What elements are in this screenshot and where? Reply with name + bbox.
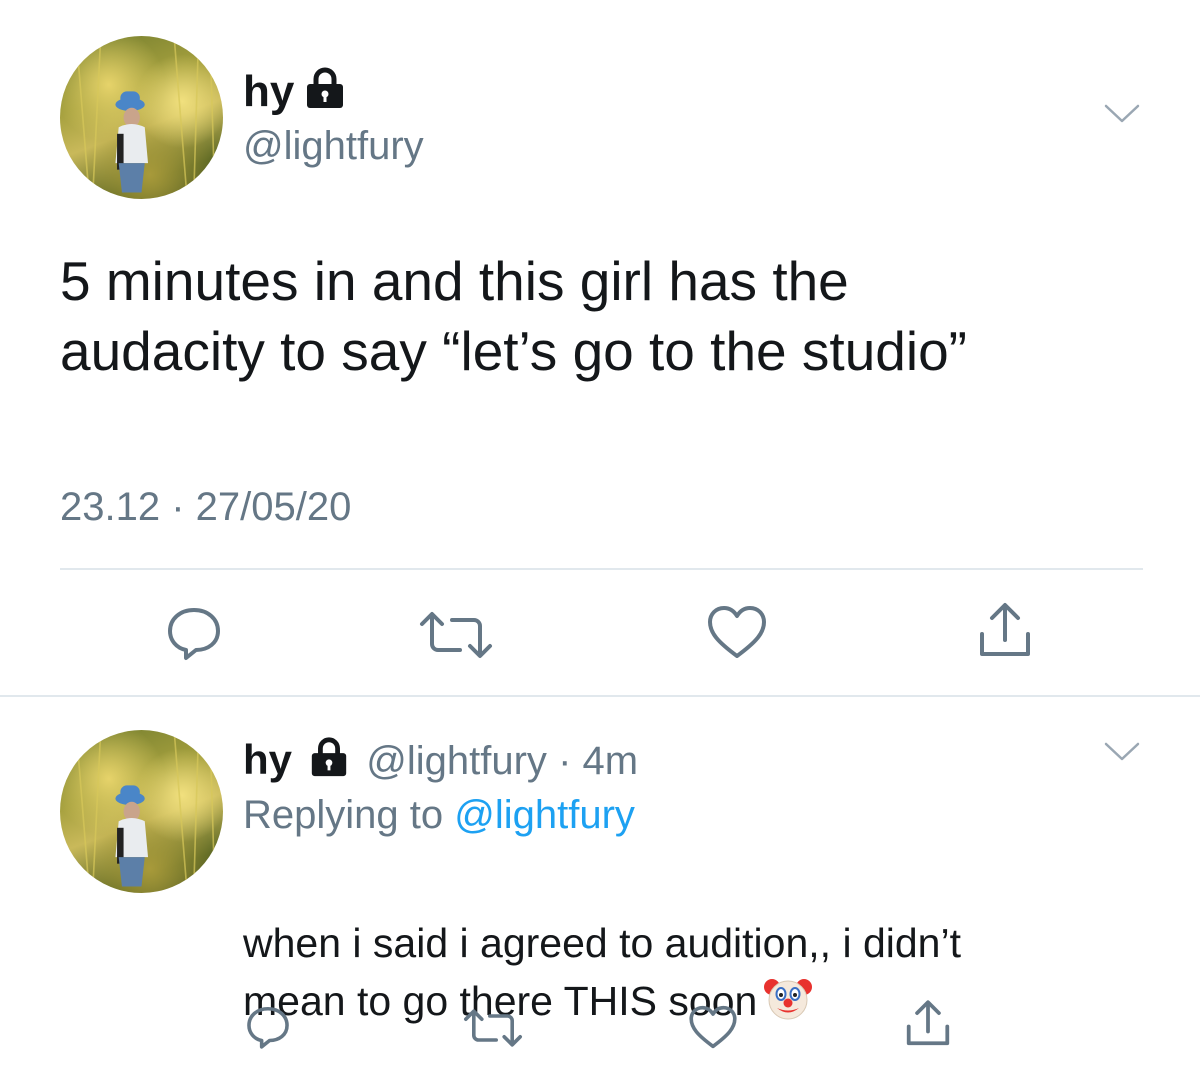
share-icon[interactable] — [902, 998, 954, 1050]
separator-dot: · — [558, 739, 572, 783]
tweet-text: 5 minutes in and this girl has the audac… — [60, 250, 967, 382]
divider — [0, 695, 1200, 697]
lock-icon — [307, 736, 351, 785]
lock-icon — [302, 66, 348, 115]
tweet-timestamp[interactable]: 23.12 · 27/05/20 — [60, 487, 351, 527]
replying-to: Replying to @lightfury — [243, 795, 635, 835]
reply-text: when i said i agreed to audition,, i did… — [243, 920, 961, 1024]
avatar[interactable] — [60, 36, 223, 199]
avatar-photo — [75, 36, 216, 199]
replying-prefix: Replying to — [243, 793, 444, 837]
retweet-icon[interactable] — [416, 610, 496, 660]
divider — [60, 568, 1143, 570]
avatar-photo — [75, 730, 216, 893]
reply-icon[interactable] — [244, 1004, 292, 1050]
heart-icon[interactable] — [688, 1004, 738, 1050]
user-handle[interactable]: @lightfury — [243, 126, 424, 166]
reply-icon[interactable] — [164, 604, 224, 662]
clown-face-icon — [763, 973, 813, 1038]
reply-time[interactable]: 4m — [583, 739, 639, 783]
reply-header: hy @lightfury · 4m — [243, 736, 638, 785]
reply-avatar[interactable] — [60, 730, 223, 893]
display-name[interactable]: hy — [243, 70, 294, 114]
heart-icon[interactable] — [706, 604, 768, 660]
reply-handle[interactable]: @lightfury — [366, 739, 547, 783]
chevron-down-icon[interactable] — [1102, 100, 1142, 126]
chevron-down-icon[interactable] — [1102, 738, 1142, 764]
replying-to-link[interactable]: @lightfury — [454, 793, 635, 837]
share-icon[interactable] — [974, 600, 1036, 662]
reply-display-name[interactable]: hy — [243, 736, 292, 783]
retweet-icon[interactable] — [461, 1008, 525, 1048]
